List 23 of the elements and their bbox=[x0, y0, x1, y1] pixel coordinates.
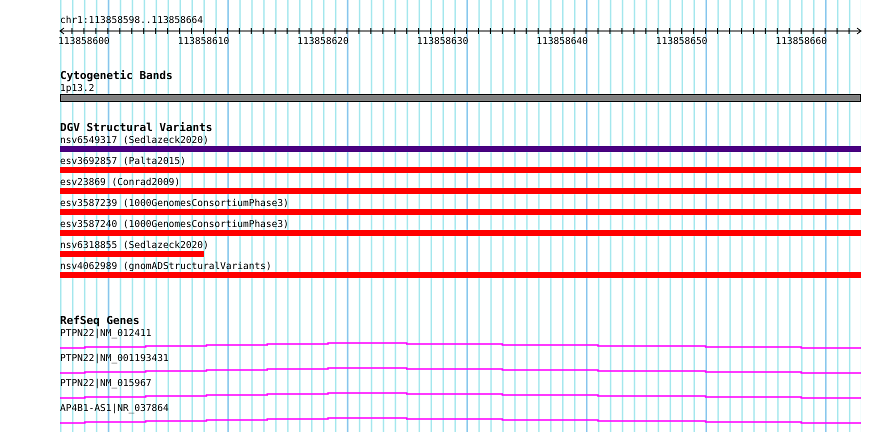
feature-label: esv3587240 (1000GenomesConsortiumPhase3) bbox=[60, 219, 289, 230]
track-title: DGV Structural Variants bbox=[60, 122, 212, 134]
ruler-tick-label: 113858660 bbox=[775, 36, 827, 47]
feature-label: AP4B1-AS1|NR_037864 bbox=[60, 403, 169, 414]
feature-label: nsv6318855 (Sedlazeck2020) bbox=[60, 240, 209, 251]
ruler-tick-label: 113858650 bbox=[656, 36, 708, 47]
feature-label: nsv6549317 (Sedlazeck2020) bbox=[60, 135, 209, 146]
track-title: RefSeq Genes bbox=[60, 315, 140, 327]
feature-label: nsv4062989 (gnomADStructuralVariants) bbox=[60, 261, 272, 272]
feature-label: esv3692857 (Palta2015) bbox=[60, 156, 186, 167]
ruler-tick-label: 113858600 bbox=[58, 36, 110, 47]
feature-label: PTPN22|NM_012411 bbox=[60, 328, 152, 339]
feature-label: PTPN22|NM_015967 bbox=[60, 378, 152, 389]
location-text: chr1:113858598..113858664 bbox=[60, 15, 203, 27]
track-title: Cytogenetic Bands bbox=[60, 70, 173, 82]
feature-label: PTPN22|NM_001193431 bbox=[60, 353, 169, 364]
ruler-tick-label: 113858640 bbox=[536, 36, 588, 47]
ruler-tick-label: 113858630 bbox=[416, 36, 468, 47]
ruler-tick-label: 113858620 bbox=[297, 36, 349, 47]
feature-label: 1p13.2 bbox=[60, 83, 94, 94]
feature-label: esv3587239 (1000GenomesConsortiumPhase3) bbox=[60, 198, 289, 209]
feature-label: esv23869 (Conrad2009) bbox=[60, 177, 180, 188]
ruler-tick-label: 113858610 bbox=[178, 36, 230, 47]
